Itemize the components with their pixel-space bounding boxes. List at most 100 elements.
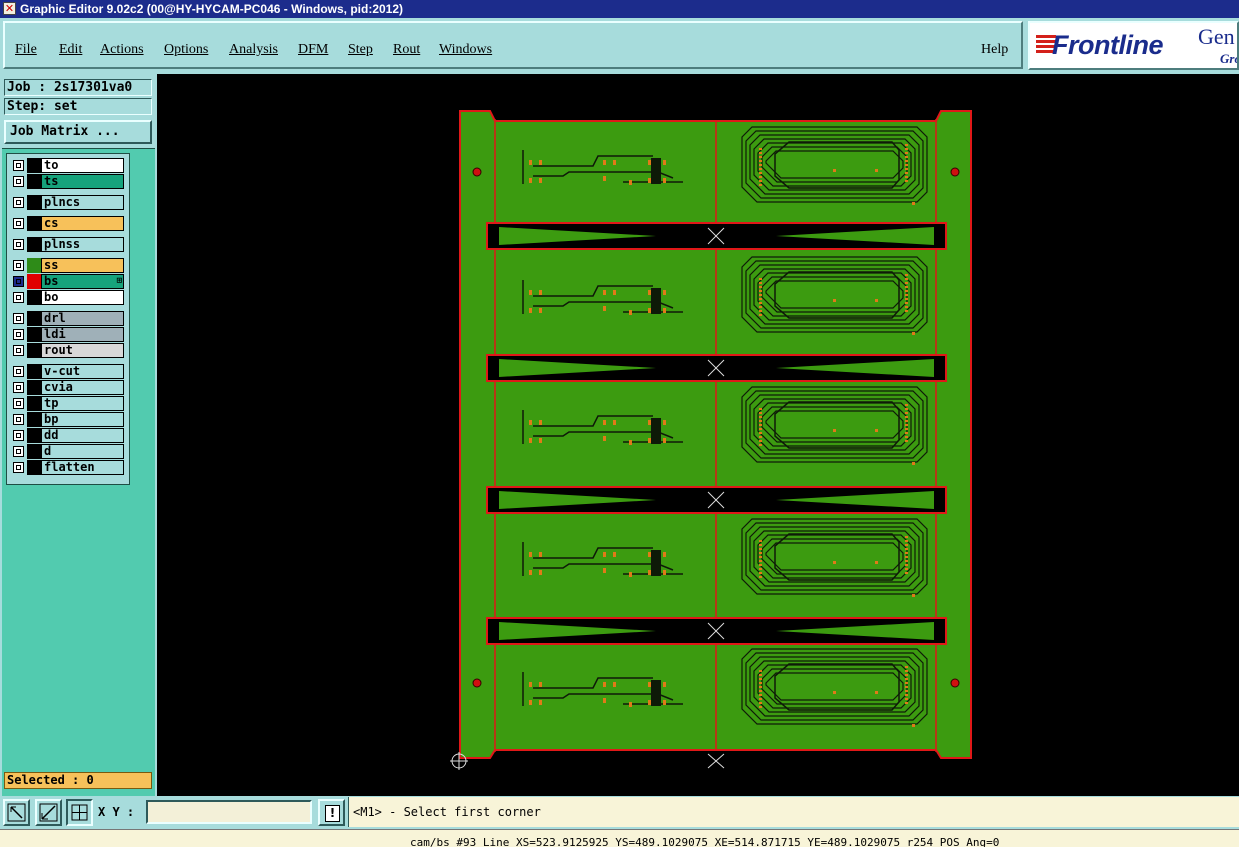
- smd-pad: [759, 698, 762, 700]
- app-icon[interactable]: ✕: [3, 2, 16, 15]
- layer-checkbox[interactable]: [13, 329, 24, 340]
- layer-checkbox[interactable]: [13, 430, 24, 441]
- layer-color-swatch[interactable]: [27, 396, 41, 411]
- layer-row-to[interactable]: to: [7, 158, 129, 173]
- layer-name[interactable]: v-cut: [41, 364, 124, 379]
- layer-checkbox[interactable]: [13, 382, 24, 393]
- job-matrix-button[interactable]: Job Matrix ...: [4, 120, 152, 144]
- layer-checkbox[interactable]: [13, 176, 24, 187]
- smd-pad: [529, 552, 532, 557]
- layer-checkbox[interactable]: [13, 197, 24, 208]
- layer-name[interactable]: bp: [41, 412, 124, 427]
- layer-checkbox[interactable]: [13, 239, 24, 250]
- smd-pad: [603, 290, 606, 295]
- layer-color-swatch[interactable]: [27, 216, 41, 231]
- layer-row-v-cut[interactable]: v-cut: [7, 364, 129, 379]
- layer-row-cs[interactable]: cs: [7, 216, 129, 231]
- layer-checkbox[interactable]: [13, 313, 24, 324]
- layer-row-plncs[interactable]: plncs: [7, 195, 129, 210]
- layer-name[interactable]: plnss: [41, 237, 124, 252]
- menu-analysis[interactable]: Analysis: [229, 42, 278, 58]
- layer-checkbox[interactable]: [13, 260, 24, 271]
- menu-actions[interactable]: Actions: [100, 42, 144, 58]
- layer-name[interactable]: ss: [41, 258, 124, 273]
- graphic-canvas[interactable]: [157, 74, 1239, 796]
- layer-name[interactable]: drl: [41, 311, 124, 326]
- layer-color-swatch[interactable]: [27, 412, 41, 427]
- layer-row-d[interactable]: d: [7, 444, 129, 459]
- layer-checkbox[interactable]: [13, 276, 24, 287]
- layer-row-ss[interactable]: ss: [7, 258, 129, 273]
- menu-dfm[interactable]: DFM: [298, 42, 328, 58]
- layer-name[interactable]: ts: [41, 174, 124, 189]
- layer-name[interactable]: ldi: [41, 327, 124, 342]
- layer-name[interactable]: tp: [41, 396, 124, 411]
- layer-name[interactable]: bo: [41, 290, 124, 305]
- layer-color-swatch[interactable]: [27, 460, 41, 475]
- layer-checkbox[interactable]: [13, 366, 24, 377]
- xy-input[interactable]: [146, 800, 312, 824]
- layer-name[interactable]: cvia: [41, 380, 124, 395]
- layer-row-dd[interactable]: dd: [7, 428, 129, 443]
- layer-color-swatch[interactable]: [27, 290, 41, 305]
- menu-edit[interactable]: Edit: [59, 42, 82, 58]
- layer-name[interactable]: plncs: [41, 195, 124, 210]
- layer-name[interactable]: to: [41, 158, 124, 173]
- smd-pad: [905, 698, 908, 700]
- layer-color-swatch[interactable]: [27, 343, 41, 358]
- layer-name[interactable]: rout: [41, 343, 124, 358]
- zoom-window-button[interactable]: [3, 799, 30, 826]
- smd-pad: [912, 462, 915, 465]
- layer-name[interactable]: bs ⊞: [41, 274, 124, 289]
- layer-color-swatch[interactable]: [27, 364, 41, 379]
- smd-pad: [759, 706, 762, 708]
- layer-color-swatch[interactable]: [27, 195, 41, 210]
- layer-row-tp[interactable]: tp: [7, 396, 129, 411]
- menu-step[interactable]: Step: [348, 42, 373, 58]
- menu-rout[interactable]: Rout: [393, 42, 420, 58]
- layer-row-ts[interactable]: ts: [7, 174, 129, 189]
- layer-color-swatch[interactable]: [27, 237, 41, 252]
- layer-row-cvia[interactable]: cvia: [7, 380, 129, 395]
- layer-color-swatch[interactable]: [27, 258, 41, 273]
- layer-name[interactable]: flatten: [41, 460, 124, 475]
- warning-button[interactable]: !: [318, 799, 345, 826]
- menu-file[interactable]: File: [15, 42, 37, 58]
- menu-windows[interactable]: Windows: [439, 42, 492, 58]
- layer-checkbox[interactable]: [13, 160, 24, 171]
- snap-grid-button[interactable]: [66, 799, 93, 826]
- layer-name[interactable]: dd: [41, 428, 124, 443]
- layer-name[interactable]: d: [41, 444, 124, 459]
- layer-color-swatch[interactable]: [27, 444, 41, 459]
- smd-pad: [875, 561, 878, 564]
- layer-name[interactable]: cs: [41, 216, 124, 231]
- layer-color-swatch[interactable]: [27, 274, 41, 289]
- layer-checkbox[interactable]: [13, 292, 24, 303]
- layer-row-drl[interactable]: drl: [7, 311, 129, 326]
- layer-color-swatch[interactable]: [27, 327, 41, 342]
- layer-color-swatch[interactable]: [27, 158, 41, 173]
- menu-options[interactable]: Options: [164, 42, 208, 58]
- layer-checkbox[interactable]: [13, 345, 24, 356]
- layer-checkbox[interactable]: [13, 462, 24, 473]
- layer-row-rout[interactable]: rout: [7, 343, 129, 358]
- smd-pad: [905, 694, 908, 696]
- measure-icon: [39, 803, 58, 822]
- menu-help[interactable]: Help: [981, 42, 1008, 58]
- layer-row-bp[interactable]: bp: [7, 412, 129, 427]
- layer-color-swatch[interactable]: [27, 174, 41, 189]
- layer-color-swatch[interactable]: [27, 380, 41, 395]
- layer-checkbox[interactable]: [13, 218, 24, 229]
- smd-pad: [759, 690, 762, 692]
- layer-row-bs[interactable]: bs ⊞: [7, 274, 129, 289]
- layer-checkbox[interactable]: [13, 414, 24, 425]
- layer-color-swatch[interactable]: [27, 428, 41, 443]
- layer-checkbox[interactable]: [13, 446, 24, 457]
- layer-row-flatten[interactable]: flatten: [7, 460, 129, 475]
- layer-row-bo[interactable]: bo: [7, 290, 129, 305]
- layer-row-ldi[interactable]: ldi: [7, 327, 129, 342]
- measure-button[interactable]: [35, 799, 62, 826]
- layer-row-plnss[interactable]: plnss: [7, 237, 129, 252]
- layer-checkbox[interactable]: [13, 398, 24, 409]
- layer-color-swatch[interactable]: [27, 311, 41, 326]
